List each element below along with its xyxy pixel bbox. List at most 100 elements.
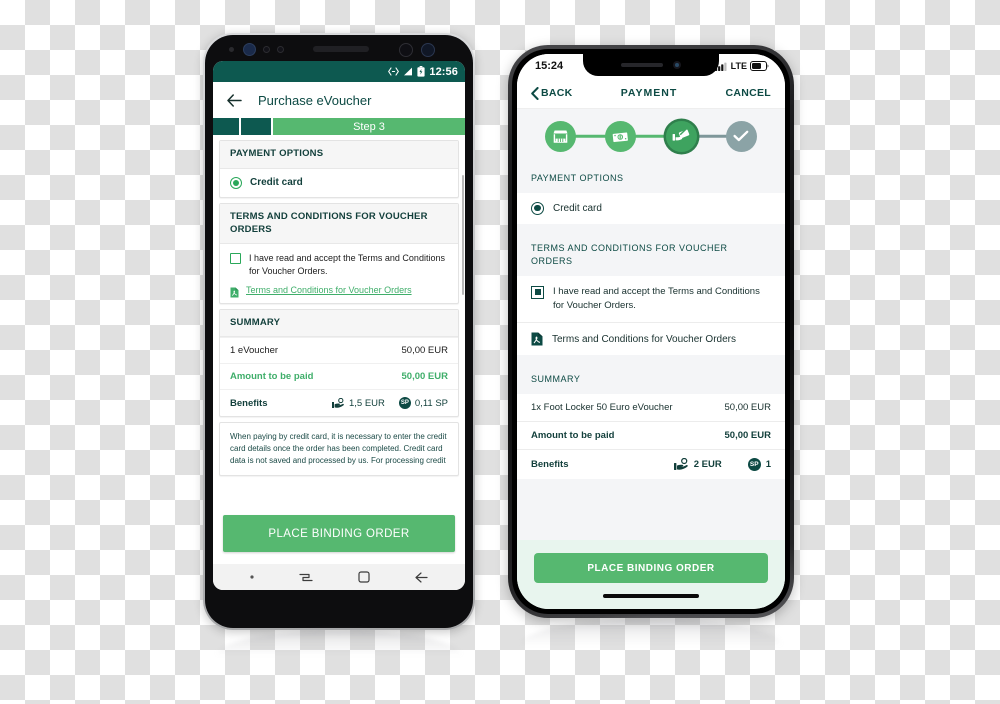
summary-benefits-label: Benefits <box>230 397 268 409</box>
benefit-points-value: 0,11 SP <box>414 397 448 409</box>
terms-pdf-link-row[interactable]: Terms and Conditions for Voucher Orders <box>230 285 448 298</box>
android-clock: 12:56 <box>429 65 458 78</box>
summary-total-label: Amount to be paid <box>230 371 314 383</box>
step-store[interactable] <box>545 120 576 152</box>
android-scroll-content[interactable]: PAYMENT OPTIONS Credit card TERMS AND CO… <box>213 135 465 564</box>
step-segment-2 <box>241 118 271 135</box>
android-iris-scanner <box>399 43 413 57</box>
benefit-values: 2 EUR SP 1 <box>673 457 771 471</box>
android-secondary-camera <box>421 43 435 57</box>
pdf-icon <box>230 285 239 298</box>
android-screen: 12:56 Purchase eVoucher Step 3 PAYMENT O… <box>213 61 465 590</box>
terms-header: TERMS AND CONDITIONS FOR VOUCHER ORDERS <box>220 203 458 245</box>
summary-line-item: 1x Foot Locker 50 Euro eVoucher 50,00 EU… <box>517 393 785 421</box>
place-binding-order-button[interactable]: PLACE BINDING ORDER <box>223 515 455 552</box>
notification-dot-icon <box>250 575 254 579</box>
terms-pdf-link[interactable]: Terms and Conditions for Voucher Orders <box>246 285 412 295</box>
cancel-button[interactable]: CANCEL <box>725 87 771 99</box>
benefit-cash: 1,5 EUR <box>331 397 385 409</box>
radio-selected-icon[interactable] <box>230 176 242 189</box>
benefit-points-value: 1 <box>765 458 771 470</box>
step-amount[interactable] <box>605 120 637 152</box>
checkbox-checked-icon[interactable] <box>531 285 544 299</box>
payment-option-label: Credit card <box>553 202 602 214</box>
battery-icon <box>417 66 425 77</box>
summary-total-value: 50,00 EUR <box>401 371 448 383</box>
disclaimer-text: When paying by credit card, it is necess… <box>230 432 447 466</box>
android-summary-card: SUMMARY 1 eVoucher 50,00 EUR Amount to b… <box>219 308 459 418</box>
terms-checkbox-row[interactable]: I have read and accept the Terms and Con… <box>230 252 448 278</box>
step-segment-current: Step 3 <box>273 118 465 135</box>
android-sensor-dot <box>229 47 234 52</box>
scrollbar-thumb[interactable] <box>462 175 464 295</box>
iphone-body: 15:24 LTE BACK PAYMENT CANCEL PAYMENT OP… <box>512 49 790 614</box>
page-title: PAYMENT <box>620 87 678 99</box>
summary-spacer <box>517 478 785 493</box>
iphone-home-indicator-area <box>517 583 785 609</box>
back-arrow-icon[interactable] <box>415 571 428 583</box>
android-status-bar: 12:56 <box>213 61 465 82</box>
payment-option-credit-card[interactable]: Credit card <box>220 169 458 197</box>
stepper-track <box>545 120 757 152</box>
android-payment-options-card: PAYMENT OPTIONS Credit card <box>219 140 459 198</box>
iphone-notch <box>583 54 719 76</box>
checkbox-unchecked-icon[interactable] <box>230 253 241 265</box>
android-disclaimer-card: When paying by credit card, it is necess… <box>219 422 459 477</box>
recents-icon[interactable] <box>299 572 313 583</box>
store-icon <box>552 129 569 144</box>
payment-options-header: PAYMENT OPTIONS <box>220 141 458 169</box>
terms-header: TERMS AND CONDITIONS FOR VOUCHER ORDERS <box>517 223 785 276</box>
step-segment-1 <box>213 118 239 135</box>
cancel-button-label: CANCEL <box>725 87 771 99</box>
android-terms-card: TERMS AND CONDITIONS FOR VOUCHER ORDERS … <box>219 202 459 304</box>
chevron-left-icon <box>531 86 539 100</box>
radio-selected-icon[interactable] <box>531 201 544 215</box>
android-front-camera <box>243 43 256 56</box>
terms-checkbox-row[interactable]: I have read and accept the Terms and Con… <box>517 275 785 322</box>
android-reflection <box>216 630 462 656</box>
payment-option-credit-card[interactable]: Credit card <box>517 192 785 224</box>
terms-checkbox-label: I have read and accept the Terms and Con… <box>249 253 445 277</box>
android-phone-body: 12:56 Purchase eVoucher Step 3 PAYMENT O… <box>205 35 473 628</box>
benefit-points: SP 0,11 SP <box>398 397 448 410</box>
back-button[interactable]: BACK <box>531 86 573 100</box>
iphone-status-right: LTE <box>714 61 769 71</box>
summary-benefits-row: Benefits 1,5 EUR SP 0,11 SP <box>220 389 458 416</box>
check-icon <box>733 130 749 142</box>
home-indicator[interactable] <box>603 594 699 598</box>
back-button-label: BACK <box>541 87 573 99</box>
iphone-reflection <box>520 618 782 646</box>
terms-pdf-link[interactable]: Terms and Conditions for Voucher Orders <box>552 334 736 345</box>
arrow-left-icon[interactable] <box>227 93 242 107</box>
signal-icon <box>403 67 413 76</box>
iphone-step-progress <box>517 109 785 163</box>
summary-total-label: Amount to be paid <box>531 429 615 441</box>
payment-option-label: Credit card <box>250 177 303 189</box>
benefit-cash-value: 1,5 EUR <box>348 397 385 409</box>
battery-icon <box>750 61 769 71</box>
android-proximity-sensor <box>263 46 270 53</box>
benefit-values: 1,5 EUR SP 0,11 SP <box>331 397 448 410</box>
android-phone-mockup: 12:56 Purchase eVoucher Step 3 PAYMENT O… <box>203 33 475 630</box>
terms-pdf-link-row[interactable]: Terms and Conditions for Voucher Orders <box>517 322 785 355</box>
android-light-sensor <box>277 46 284 53</box>
place-binding-order-button[interactable]: PLACE BINDING ORDER <box>534 553 768 583</box>
summary-item-value: 50,00 EUR <box>401 345 448 357</box>
iphone-nav-bar: BACK PAYMENT CANCEL <box>517 78 785 109</box>
android-cta-container: PLACE BINDING ORDER <box>213 505 465 564</box>
benefit-cash: 2 EUR <box>673 457 722 471</box>
summary-total-row: Amount to be paid 50,00 EUR <box>517 420 785 449</box>
iphone-mockup: 15:24 LTE BACK PAYMENT CANCEL PAYMENT OP… <box>508 45 794 618</box>
terms-body: I have read and accept the Terms and Con… <box>220 244 458 302</box>
step-confirm[interactable] <box>725 120 757 152</box>
payment-options-header: PAYMENT OPTIONS <box>517 163 785 193</box>
android-navigation-bar <box>213 564 465 590</box>
step-payment[interactable] <box>665 120 697 152</box>
iphone-clock: 15:24 <box>535 60 564 72</box>
summary-item-label: 1x Foot Locker 50 Euro eVoucher <box>531 401 673 413</box>
android-step-progress: Step 3 <box>213 118 465 135</box>
iphone-content[interactable]: PAYMENT OPTIONS Credit card TERMS AND CO… <box>517 163 785 540</box>
page-title: Purchase eVoucher <box>258 92 372 108</box>
stepper-connector-line <box>561 134 741 138</box>
home-square-icon[interactable] <box>358 571 370 583</box>
